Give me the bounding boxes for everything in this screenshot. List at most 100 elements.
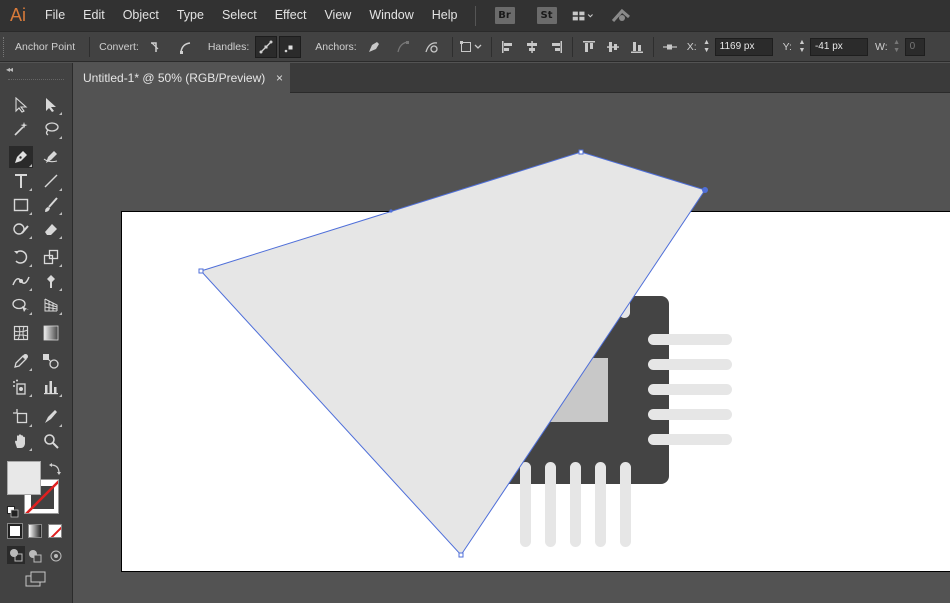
align-vertical-center-icon[interactable] bbox=[602, 36, 624, 58]
width-tool[interactable] bbox=[9, 270, 33, 292]
column-graph-tool[interactable] bbox=[39, 376, 63, 398]
w-stepper[interactable]: ▲ ▼ bbox=[891, 37, 903, 57]
control-bar: Anchor Point Convert: Handles: Anchors: bbox=[0, 31, 950, 62]
menu-object[interactable]: Object bbox=[114, 0, 168, 31]
convert-to-corner-icon[interactable] bbox=[145, 36, 167, 58]
puppet-warp-tool[interactable] bbox=[39, 270, 63, 292]
align-bottom-icon[interactable] bbox=[626, 36, 648, 58]
line-segment-tool[interactable] bbox=[39, 170, 63, 192]
menu-view[interactable]: View bbox=[315, 0, 360, 31]
x-label: X: bbox=[686, 40, 697, 53]
w-field[interactable]: 0 px bbox=[904, 37, 925, 56]
transform-reference-icon[interactable] bbox=[458, 36, 486, 58]
chip-pin-right-5 bbox=[648, 434, 732, 445]
connect-anchors-icon[interactable] bbox=[392, 36, 414, 58]
direct-selection-tool[interactable] bbox=[39, 94, 63, 116]
anchor-point bbox=[578, 149, 584, 155]
type-tool[interactable] bbox=[9, 170, 33, 192]
shaper-tool[interactable] bbox=[9, 218, 33, 240]
chip-pin-right-4 bbox=[648, 409, 732, 420]
convert-to-smooth-icon[interactable] bbox=[174, 36, 196, 58]
separator bbox=[89, 36, 91, 57]
slice-tool[interactable] bbox=[39, 406, 63, 428]
scale-tool[interactable] bbox=[39, 246, 63, 268]
align-left-icon[interactable] bbox=[497, 36, 519, 58]
draw-inside-icon[interactable] bbox=[49, 548, 65, 564]
menu-help[interactable]: Help bbox=[423, 0, 467, 31]
menu-file[interactable]: File bbox=[36, 0, 74, 31]
collapse-panel-icon[interactable]: ◂◂ bbox=[0, 63, 72, 77]
menu-window[interactable]: Window bbox=[360, 0, 422, 31]
hand-tool[interactable] bbox=[9, 430, 33, 452]
document-tab-bar: Untitled-1* @ 50% (RGB/Preview) × bbox=[74, 63, 950, 93]
y-field[interactable]: -41 px bbox=[809, 37, 868, 56]
close-tab-icon[interactable]: × bbox=[276, 71, 283, 85]
gradient-mode-button[interactable] bbox=[28, 524, 42, 538]
app-logo: Ai bbox=[9, 5, 26, 25]
align-top-icon[interactable] bbox=[578, 36, 600, 58]
y-stepper[interactable]: ▲ ▼ bbox=[796, 37, 808, 57]
artwork[interactable] bbox=[74, 94, 950, 603]
anchor-point bbox=[458, 552, 464, 558]
artboard-tool[interactable] bbox=[9, 406, 33, 428]
menu-type[interactable]: Type bbox=[168, 0, 213, 31]
stock-button[interactable]: St bbox=[536, 7, 557, 24]
x-field[interactable]: 1169 px bbox=[714, 37, 773, 56]
screen-mode-icon[interactable] bbox=[25, 571, 47, 587]
none-mode-button[interactable] bbox=[48, 524, 62, 538]
gradient-tool[interactable] bbox=[39, 322, 63, 344]
rotate-tool[interactable] bbox=[9, 246, 33, 268]
symbol-sprayer-tool[interactable] bbox=[9, 376, 33, 398]
separator bbox=[571, 36, 573, 57]
document-tab-title: Untitled-1* @ 50% (RGB/Preview) bbox=[83, 71, 266, 85]
anchors-label: Anchors: bbox=[315, 40, 357, 53]
curvature-tool[interactable] bbox=[39, 146, 63, 168]
path-midpoint bbox=[389, 209, 393, 213]
bridge-button[interactable]: Br bbox=[494, 7, 515, 24]
cut-path-icon[interactable] bbox=[421, 36, 443, 58]
default-fill-stroke-icon[interactable] bbox=[7, 503, 19, 518]
perspective-grid-tool[interactable] bbox=[39, 294, 63, 316]
selection-tool[interactable] bbox=[9, 94, 33, 116]
align-right-icon[interactable] bbox=[545, 36, 567, 58]
handles-label: Handles: bbox=[207, 40, 250, 53]
reference-point-icon[interactable] bbox=[659, 36, 681, 58]
mesh-tool[interactable] bbox=[9, 322, 33, 344]
canvas-area[interactable] bbox=[74, 94, 950, 603]
blend-tool[interactable] bbox=[39, 350, 63, 372]
x-stepper[interactable]: ▲ ▼ bbox=[701, 37, 713, 57]
document-tab[interactable]: Untitled-1* @ 50% (RGB/Preview) × bbox=[74, 63, 290, 93]
eyedropper-tool[interactable] bbox=[9, 350, 33, 372]
lasso-tool[interactable] bbox=[39, 118, 63, 140]
hide-handles-icon[interactable] bbox=[279, 35, 302, 58]
zoom-tool[interactable] bbox=[39, 430, 63, 452]
color-mode-button[interactable] bbox=[7, 523, 23, 539]
draw-behind-icon[interactable] bbox=[28, 548, 44, 564]
anchor-point bbox=[198, 268, 204, 274]
tools-panel: ◂◂ bbox=[0, 63, 73, 603]
active-anchor-point bbox=[702, 187, 708, 193]
tools-panel-grip[interactable] bbox=[8, 79, 64, 87]
gpu-performance-icon[interactable] bbox=[610, 6, 632, 26]
align-horizontal-center-icon[interactable] bbox=[521, 36, 543, 58]
separator bbox=[490, 36, 492, 57]
eraser-tool[interactable] bbox=[39, 218, 63, 240]
paintbrush-tool[interactable] bbox=[39, 194, 63, 216]
swap-fill-stroke-icon[interactable] bbox=[48, 461, 62, 475]
chip-pin-right-1 bbox=[648, 334, 732, 345]
chip-pin-bottom-4 bbox=[595, 462, 606, 547]
remove-anchor-icon[interactable] bbox=[363, 36, 385, 58]
fill-swatch[interactable] bbox=[7, 461, 41, 495]
menu-effect[interactable]: Effect bbox=[266, 0, 316, 31]
draw-normal-icon[interactable] bbox=[7, 546, 25, 564]
rectangle-tool[interactable] bbox=[9, 194, 33, 216]
pen-tool[interactable] bbox=[9, 146, 33, 168]
illustrator-window: Ai File Edit Object Type Select Effect V… bbox=[0, 0, 950, 603]
chip-pin-bottom-3 bbox=[570, 462, 581, 547]
menu-select[interactable]: Select bbox=[213, 0, 266, 31]
show-handles-icon[interactable] bbox=[255, 35, 278, 58]
menu-edit[interactable]: Edit bbox=[74, 0, 114, 31]
shape-builder-tool[interactable] bbox=[9, 294, 33, 316]
workspace-layout-icon[interactable] bbox=[572, 6, 594, 26]
magic-wand-tool[interactable] bbox=[9, 118, 33, 140]
